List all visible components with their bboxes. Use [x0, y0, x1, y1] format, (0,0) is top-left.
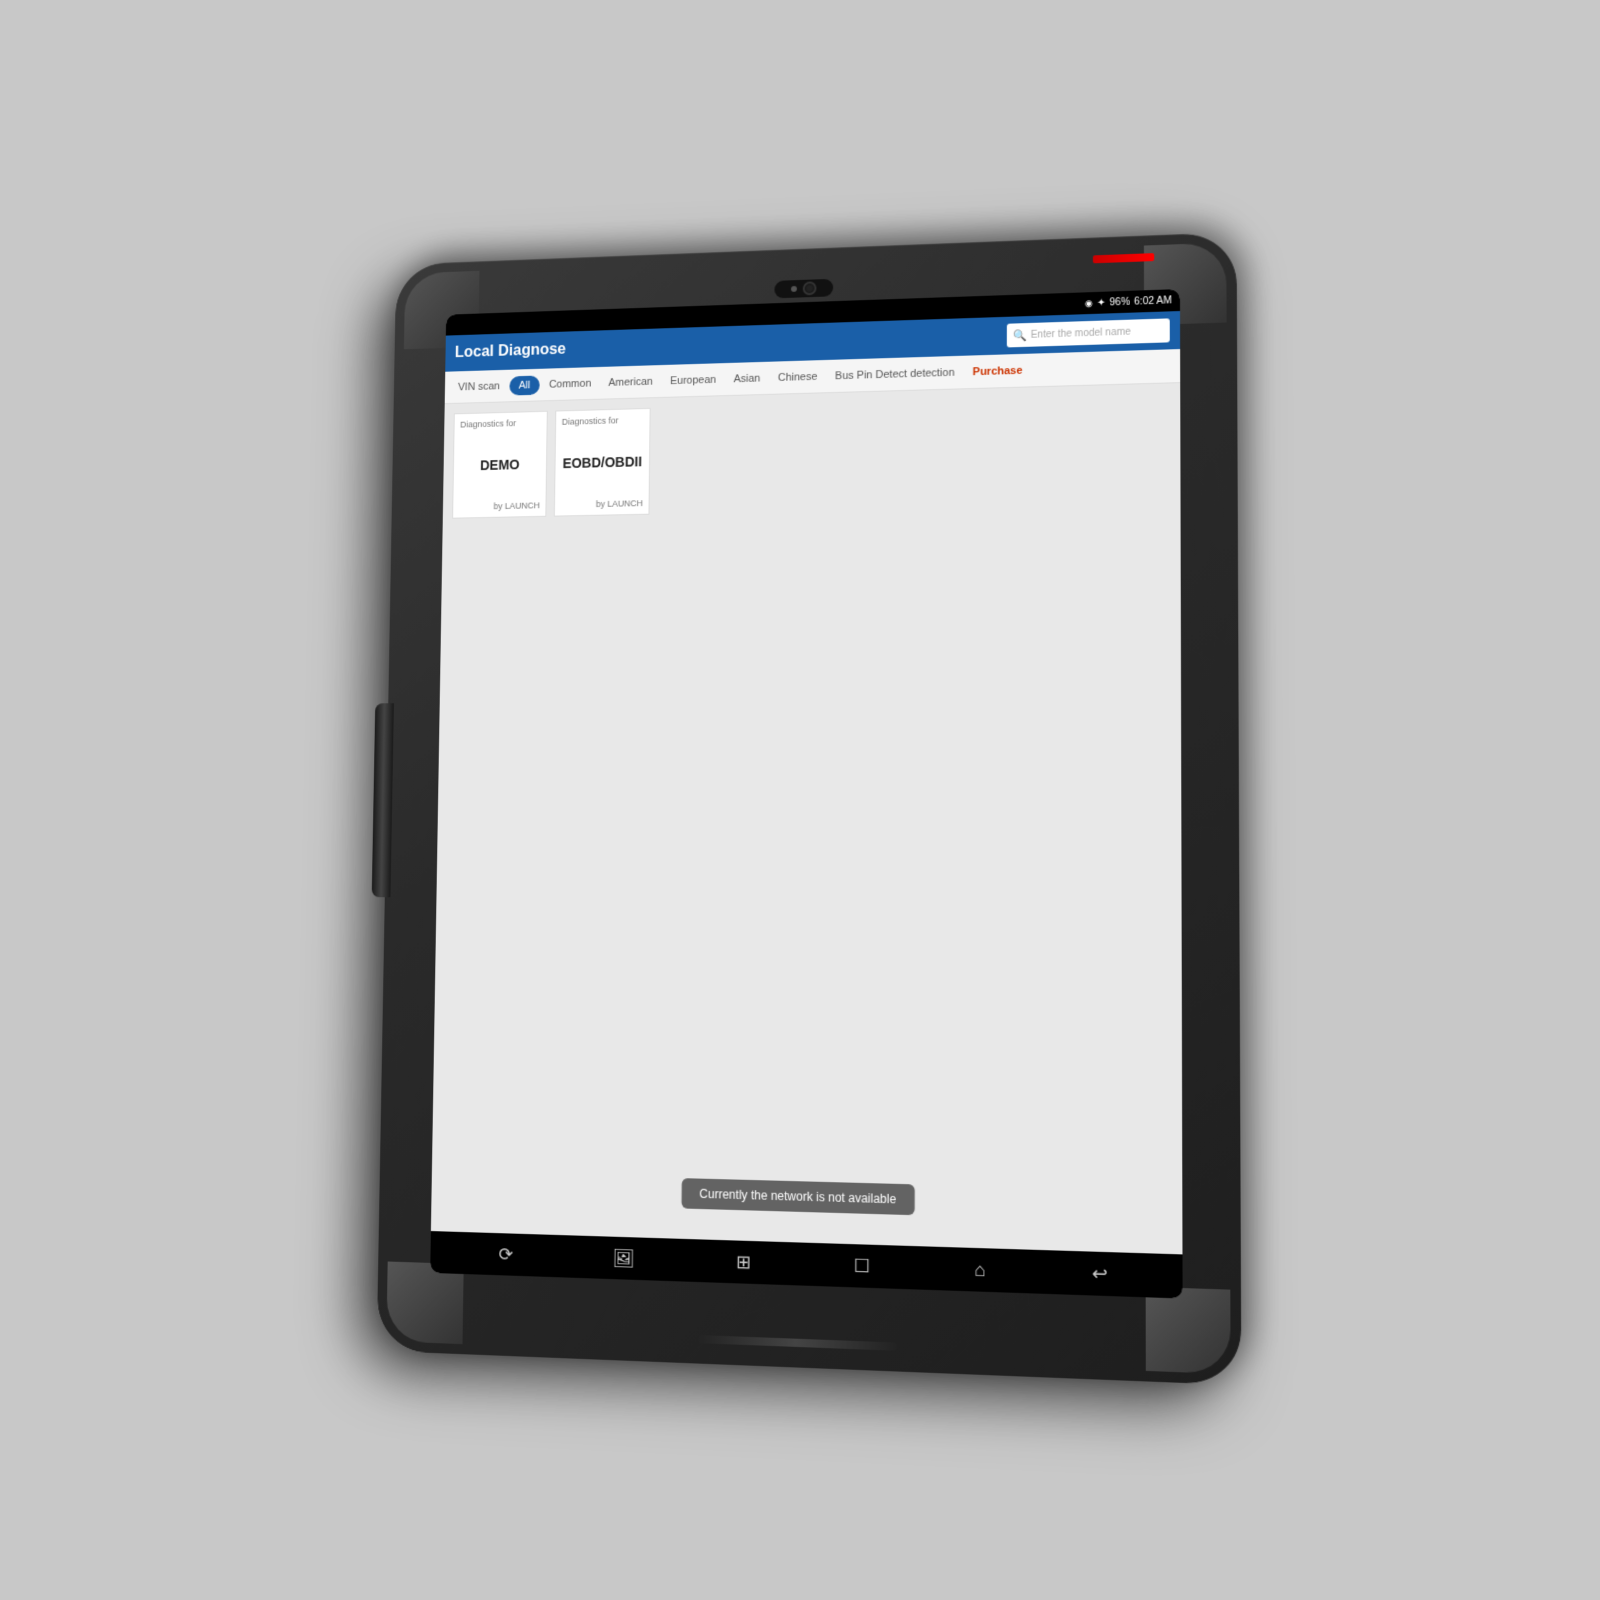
nav-back-btn[interactable]: ↩: [1079, 1258, 1120, 1290]
android-screen: ◉ ✦ 96% 6:02 AM Local Diagnose 🔍 Enter t…: [430, 289, 1182, 1299]
clock: 6:02 AM: [1134, 295, 1172, 307]
tab-american[interactable]: American: [601, 371, 661, 392]
battery-level: 96%: [1110, 296, 1130, 308]
nav-apps-btn[interactable]: ⊞: [724, 1247, 763, 1278]
cards-grid: Diagnostics for DEMO by LAUNCH Diagnosti…: [452, 393, 1170, 518]
tab-common[interactable]: Common: [541, 373, 599, 394]
card-demo-footer: by LAUNCH: [459, 500, 540, 511]
screen-bezel: ◉ ✦ 96% 6:02 AM Local Diagnose 🔍 Enter t…: [430, 289, 1182, 1299]
card-demo-label: DEMO: [459, 427, 541, 502]
card-eobd-footer: by LAUNCH: [561, 498, 643, 509]
nav-browser-btn[interactable]: ⟳: [487, 1239, 525, 1269]
bottom-edge: [696, 1335, 897, 1351]
bluetooth-icon: ✦: [1097, 297, 1106, 308]
card-demo[interactable]: Diagnostics for DEMO by LAUNCH: [452, 411, 548, 519]
tab-bus-pin[interactable]: Bus Pin Detect detection: [827, 362, 963, 386]
network-toast-message: Currently the network is not available: [699, 1187, 896, 1207]
network-toast: Currently the network is not available: [681, 1178, 914, 1215]
location-icon: ◉: [1085, 298, 1093, 309]
tab-vin-scan[interactable]: VIN scan: [450, 376, 507, 397]
camera-lens: [803, 281, 817, 295]
card-eobd[interactable]: Diagnostics for EOBD/OBDII by LAUNCH: [554, 408, 651, 517]
camera-indicator: [791, 286, 797, 292]
card-eobd-label: EOBD/OBDII: [561, 425, 644, 500]
corner-bumper-bl: [386, 1261, 463, 1344]
side-grip: [372, 703, 394, 897]
nav-gallery-btn[interactable]: 🖼: [601, 1243, 647, 1274]
tab-european[interactable]: European: [662, 369, 724, 390]
tablet-device: ◉ ✦ 96% 6:02 AM Local Diagnose 🔍 Enter t…: [377, 232, 1242, 1385]
search-icon: 🔍: [1013, 329, 1027, 342]
corner-bumper-br: [1146, 1287, 1231, 1374]
nav-recents-btn[interactable]: ☐: [841, 1250, 882, 1281]
camera-area: [774, 279, 833, 299]
tab-all[interactable]: All: [509, 375, 540, 395]
tab-chinese[interactable]: Chinese: [770, 366, 825, 387]
search-placeholder: Enter the model name: [1031, 326, 1131, 340]
main-content: Diagnostics for DEMO by LAUNCH Diagnosti…: [431, 383, 1183, 1254]
status-icons: ◉ ✦ 96% 6:02 AM: [1085, 295, 1172, 309]
tab-asian[interactable]: Asian: [726, 368, 768, 389]
tab-purchase[interactable]: Purchase: [965, 360, 1031, 382]
search-box[interactable]: 🔍 Enter the model name: [1007, 318, 1170, 347]
nav-home-btn[interactable]: ⌂: [962, 1254, 998, 1285]
